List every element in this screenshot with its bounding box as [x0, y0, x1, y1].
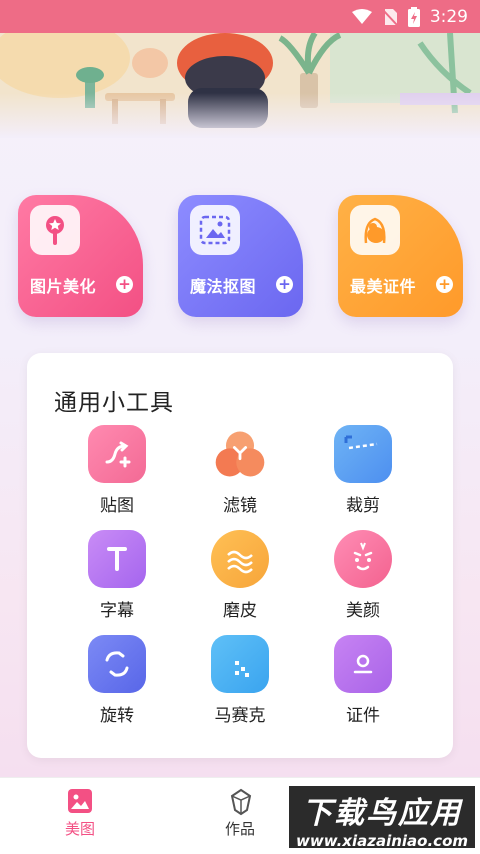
feature-card-label: 最美证件 — [350, 277, 417, 296]
nav-label: 美图 — [64, 820, 95, 838]
tool-label: 字幕 — [100, 601, 134, 621]
tool-crop[interactable]: 裁剪 — [313, 425, 413, 516]
beauty-face-icon — [334, 530, 392, 588]
tools-panel: 通用小工具 贴图 滤镜 裁剪 字幕 磨皮 美颜 旋转 马赛克 证件 — [27, 353, 453, 758]
tool-sticker[interactable]: 贴图 — [67, 425, 167, 516]
watermark-badge: 下载鸟应用 www.xiazainiao.com — [287, 784, 477, 850]
feature-card-label: 魔法抠图 — [190, 277, 257, 296]
rotate-icon — [88, 635, 146, 693]
image-select-icon — [190, 205, 240, 255]
status-time: 3:29 — [429, 6, 468, 27]
tool-label: 滤镜 — [223, 496, 257, 516]
tool-label: 裁剪 — [346, 496, 380, 516]
diamond-icon — [227, 788, 253, 816]
status-bar: 3:29 — [0, 0, 480, 33]
tool-id-card[interactable]: 证件 — [313, 635, 413, 726]
tool-filter[interactable]: 滤镜 — [190, 425, 290, 516]
battery-charging-icon — [407, 6, 420, 27]
watermark-title: 下载鸟应用 — [302, 796, 462, 831]
feature-card-magic-cutout[interactable]: 魔法抠图 + — [178, 195, 303, 317]
no-sim-icon — [382, 8, 398, 26]
sticker-icon — [88, 425, 146, 483]
nav-item-meitu[interactable]: 美图 — [40, 788, 120, 839]
portrait-icon — [350, 205, 400, 255]
subtitle-icon — [88, 530, 146, 588]
tool-label: 贴图 — [100, 496, 134, 516]
nav-item-works[interactable]: 作品 — [200, 788, 280, 839]
nav-label: 作品 — [224, 820, 255, 838]
image-icon — [67, 788, 93, 814]
tool-label: 马赛克 — [214, 706, 266, 726]
feature-card-id-photo[interactable]: 最美证件 + — [338, 195, 463, 317]
banner-image[interactable] — [0, 33, 480, 138]
filter-icon — [211, 425, 269, 483]
plus-icon: + — [436, 276, 453, 293]
tool-smooth-skin[interactable]: 磨皮 — [190, 530, 290, 621]
panel-title: 通用小工具 — [54, 390, 174, 416]
tool-subtitle[interactable]: 字幕 — [67, 530, 167, 621]
mosaic-icon — [211, 635, 269, 693]
tool-label: 证件 — [346, 706, 380, 726]
tool-rotate[interactable]: 旋转 — [67, 635, 167, 726]
tool-label: 旋转 — [100, 706, 134, 726]
crop-icon — [334, 425, 392, 483]
id-card-icon — [334, 635, 392, 693]
tool-label: 磨皮 — [223, 601, 257, 621]
watermark-url: www.xiazainiao.com — [295, 832, 469, 850]
plus-icon: + — [116, 276, 133, 293]
plus-icon: + — [276, 276, 293, 293]
tool-label: 美颜 — [346, 601, 380, 621]
smooth-skin-icon — [211, 530, 269, 588]
wifi-icon — [351, 8, 372, 24]
lollipop-icon — [30, 205, 80, 255]
tool-mosaic[interactable]: 马赛克 — [190, 635, 290, 726]
tool-beauty[interactable]: 美颜 — [313, 530, 413, 621]
feature-card-photo-beautify[interactable]: 图片美化 + — [18, 195, 143, 317]
feature-card-label: 图片美化 — [30, 277, 97, 296]
